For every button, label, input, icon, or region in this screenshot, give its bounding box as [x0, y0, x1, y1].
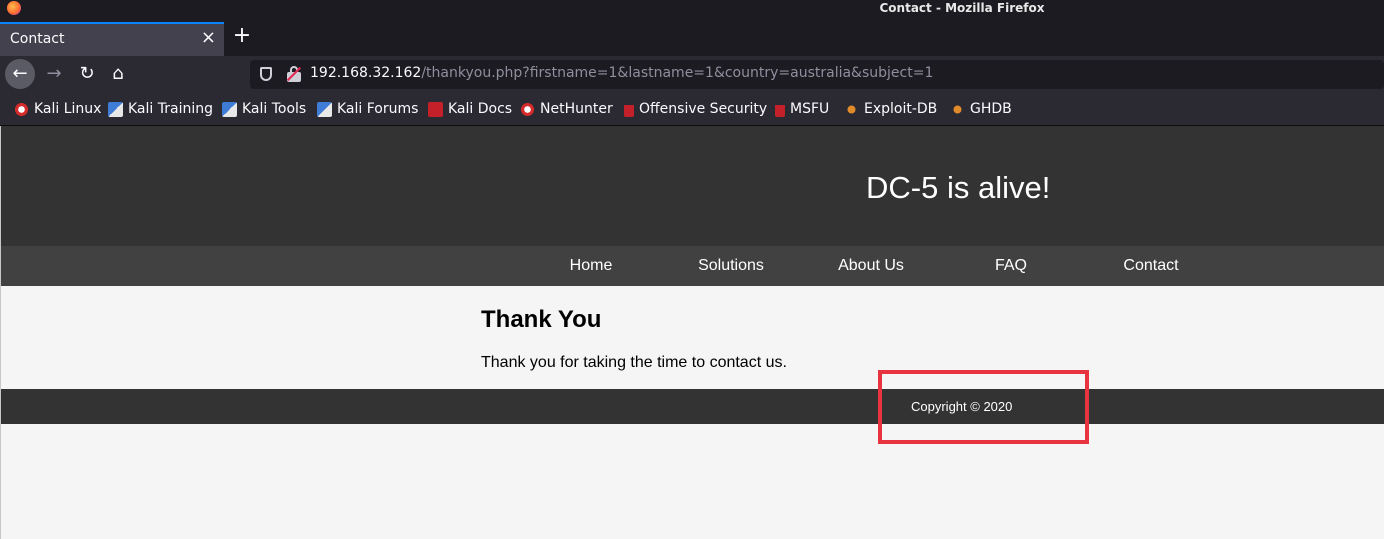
forward-button[interactable]: →: [39, 59, 69, 89]
bookmark-kali-tools[interactable]: Kali Tools: [222, 100, 306, 118]
window-title: Contact - Mozilla Firefox: [879, 1, 1045, 15]
bookmark-exploit-db[interactable]: Exploit-DB: [844, 100, 937, 118]
bookmark-label: Kali Forums: [337, 101, 419, 117]
home-button[interactable]: ⌂: [103, 59, 133, 89]
tab-label: Contact: [10, 31, 65, 47]
url-text[interactable]: 192.168.32.162/thankyou.php?firstname=1&…: [310, 65, 933, 81]
bookmarks-toolbar: Kali Linux Kali Training Kali Tools Kali…: [0, 92, 1384, 126]
thank-you-message: Thank you for taking the time to contact…: [481, 354, 787, 371]
kali-docs-icon: [428, 101, 443, 117]
nethunter-icon: [520, 101, 535, 117]
tab-strip: Contact × +: [0, 20, 1384, 56]
web-page: DC-5 is alive! Home Solutions About Us F…: [0, 126, 1384, 539]
bookmark-kali-forums[interactable]: Kali Forums: [317, 100, 418, 118]
back-button[interactable]: ←: [5, 59, 35, 89]
bookmark-kali-linux[interactable]: Kali Linux: [14, 100, 101, 118]
bookmark-kali-docs[interactable]: Kali Docs: [428, 100, 512, 118]
new-tab-button[interactable]: +: [230, 24, 254, 48]
bookmark-kali-training[interactable]: Kali Training: [108, 100, 213, 118]
kali-forums-icon: [317, 101, 332, 117]
bookmark-label: Exploit-DB: [864, 101, 938, 117]
bookmark-offensive-security[interactable]: Offensive Security: [624, 100, 767, 118]
close-tab-icon[interactable]: ×: [201, 29, 216, 47]
bookmark-label: Kali Tools: [242, 101, 307, 117]
kali-dragon-icon: [14, 101, 29, 117]
url-host: 192.168.32.162: [310, 65, 422, 81]
tracking-protection-shield-icon[interactable]: [260, 67, 272, 81]
reload-button[interactable]: ↻: [72, 59, 102, 89]
window-title-bar: Contact - Mozilla Firefox: [0, 0, 1384, 20]
site-title: DC-5 is alive!: [866, 170, 1051, 205]
nav-link-about-us[interactable]: About Us: [801, 257, 941, 275]
bookmark-label: NetHunter: [540, 101, 613, 117]
site-footer: Copyright © 2020: [1, 389, 1384, 424]
highlight-annotation-box: [878, 370, 1089, 444]
bookmark-label: GHDB: [970, 101, 1012, 117]
site-navigation: Home Solutions About Us FAQ Contact: [1, 246, 1384, 286]
url-path: /thankyou.php?firstname=1&lastname=1&cou…: [421, 65, 934, 81]
bookmark-label: Kali Training: [128, 101, 213, 117]
kali-tools-icon: [222, 101, 237, 117]
site-header: DC-5 is alive!: [1, 126, 1384, 246]
address-bar[interactable]: 192.168.32.162/thankyou.php?firstname=1&…: [250, 60, 1384, 89]
bookmark-label: Offensive Security: [639, 101, 768, 117]
bookmark-label: Kali Linux: [34, 101, 102, 117]
msfu-icon: [775, 101, 785, 117]
kali-training-icon: [108, 101, 123, 117]
bookmark-label: Kali Docs: [448, 101, 513, 117]
nav-link-home[interactable]: Home: [521, 257, 661, 275]
nav-link-faq[interactable]: FAQ: [941, 257, 1081, 275]
insecure-connection-lock-icon[interactable]: [286, 66, 302, 82]
bookmark-nethunter[interactable]: NetHunter: [520, 100, 613, 118]
exploit-db-icon: [844, 101, 859, 117]
navigation-toolbar: ← → ↻ ⌂ 192.168.32.162/thankyou.php?firs…: [0, 56, 1384, 92]
offsec-icon: [624, 101, 634, 117]
nav-link-contact[interactable]: Contact: [1081, 257, 1221, 275]
ghdb-icon: [950, 101, 965, 117]
bookmark-msfu[interactable]: MSFU: [775, 100, 829, 118]
nav-link-solutions[interactable]: Solutions: [661, 257, 801, 275]
tab-contact[interactable]: Contact ×: [0, 22, 224, 56]
bookmark-label: MSFU: [790, 101, 830, 117]
bookmark-ghdb[interactable]: GHDB: [950, 100, 1012, 118]
page-heading: Thank You: [481, 306, 602, 333]
